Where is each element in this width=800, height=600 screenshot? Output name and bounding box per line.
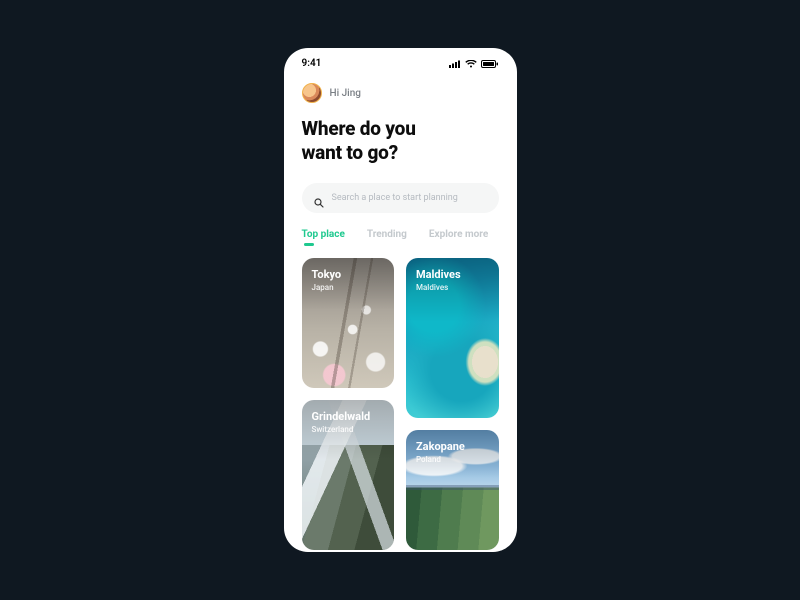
card-subtitle: Maldives: [416, 283, 461, 292]
greeting-text: Hi Jing: [330, 88, 361, 99]
wifi-icon: [465, 60, 477, 68]
page-title: Where do youwant to go?: [302, 117, 499, 165]
tab-explore-more[interactable]: Explore more: [429, 229, 488, 240]
card-tokyo[interactable]: Tokyo Japan: [302, 258, 395, 388]
card-title: Maldives: [416, 268, 461, 281]
card-maldives[interactable]: Maldives Maldives: [406, 258, 499, 418]
tab-trending[interactable]: Trending: [367, 229, 407, 240]
card-title: Grindelwald: [312, 410, 371, 423]
avatar[interactable]: [302, 83, 322, 103]
card-title: Zakopane: [416, 440, 465, 453]
card-title: Tokyo: [312, 268, 342, 281]
status-indicators: [449, 60, 499, 68]
card-subtitle: Poland: [416, 455, 465, 464]
user-row[interactable]: Hi Jing: [302, 83, 499, 103]
card-grindelwald[interactable]: Grindelwald Switzerland: [302, 400, 395, 550]
card-grid: Tokyo Japan Grindelwald Switzerland Mald…: [302, 258, 499, 550]
card-subtitle: Switzerland: [312, 425, 371, 434]
status-bar: 9:41: [284, 48, 517, 73]
battery-icon: [481, 60, 499, 68]
status-time: 9:41: [302, 58, 322, 69]
search-icon: [314, 193, 324, 203]
card-subtitle: Japan: [312, 283, 342, 292]
phone-frame: 9:41 Hi Jing Where do youwant to go?: [284, 48, 517, 552]
card-zakopane[interactable]: Zakopane Poland: [406, 430, 499, 550]
tab-bar: Top place Trending Explore more: [302, 229, 499, 240]
tab-top-place[interactable]: Top place: [302, 229, 345, 240]
cellular-signal-icon: [449, 60, 461, 68]
search-bar[interactable]: [302, 183, 499, 213]
search-input[interactable]: [332, 193, 487, 203]
